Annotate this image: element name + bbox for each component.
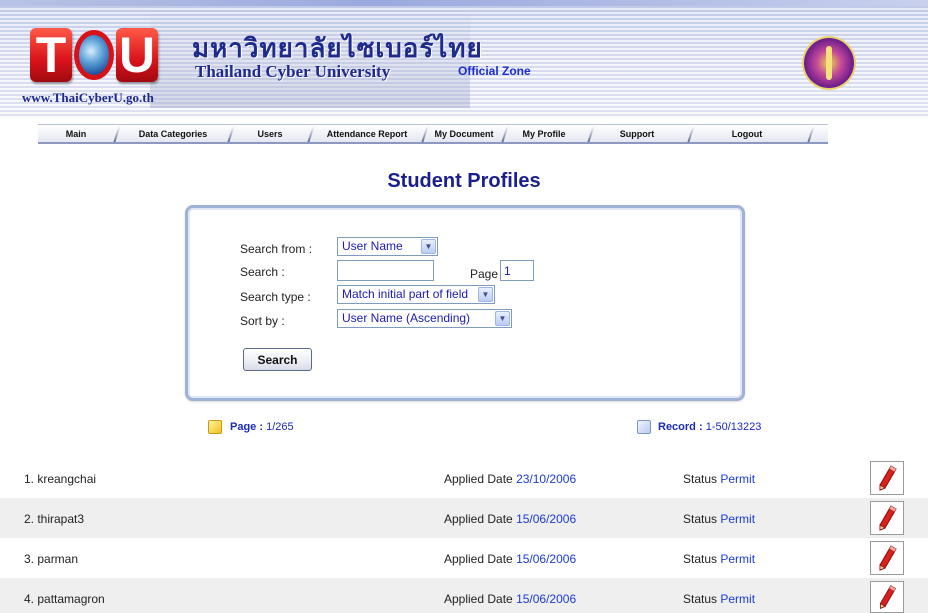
status-label: Status bbox=[683, 472, 718, 486]
applied-date-value: 15/06/2006 bbox=[516, 592, 577, 606]
site-url[interactable]: www.ThaiCyberU.go.th bbox=[22, 90, 154, 106]
pencil-icon bbox=[879, 505, 897, 531]
pencil-icon bbox=[879, 585, 897, 609]
record-info: Record : 1-50/13223 bbox=[658, 421, 761, 433]
chevron-down-icon[interactable]: ▼ bbox=[478, 287, 493, 302]
logo-letter-u: U bbox=[116, 28, 158, 82]
status: Status Permit bbox=[683, 472, 755, 486]
search-from-label: Search from : bbox=[240, 242, 313, 256]
nav-attendance-report[interactable]: Attendance Report bbox=[312, 126, 422, 142]
royal-emblem-icon bbox=[804, 38, 854, 88]
main-nav: Main Data Categories Users Attendance Re… bbox=[38, 124, 828, 144]
nav-my-document[interactable]: My Document bbox=[426, 126, 502, 142]
tcu-logo[interactable]: T U bbox=[30, 28, 160, 84]
applied-date-label: Applied Date bbox=[444, 512, 513, 526]
globe-icon bbox=[74, 30, 114, 80]
page-info: Page : 1/265 bbox=[230, 421, 294, 433]
nav-my-profile[interactable]: My Profile bbox=[506, 126, 582, 142]
status-label: Status bbox=[683, 512, 718, 526]
chevron-down-icon[interactable]: ▼ bbox=[495, 311, 510, 326]
nav-users[interactable]: Users bbox=[232, 126, 308, 142]
user-name[interactable]: 3. parman bbox=[24, 552, 78, 566]
english-university-title: Thailand Cyber University bbox=[195, 62, 391, 81]
search-from-value: User Name bbox=[342, 239, 403, 253]
search-input[interactable] bbox=[337, 260, 434, 281]
pencil-icon bbox=[879, 465, 897, 491]
search-type-select[interactable]: Match initial part of field ▼ bbox=[337, 285, 495, 304]
edit-button[interactable] bbox=[870, 541, 904, 575]
page-title: Student Profiles bbox=[387, 170, 541, 192]
applied-date-value: 15/06/2006 bbox=[516, 512, 577, 526]
list-item: 1. kreangchai Applied Date 23/10/2006 St… bbox=[0, 458, 928, 498]
applied-date: Applied Date 15/06/2006 bbox=[444, 512, 576, 526]
status: Status Permit bbox=[683, 592, 755, 606]
status-value: Permit bbox=[720, 552, 756, 566]
page-info-value: 1/265 bbox=[266, 421, 294, 433]
applied-date: Applied Date 15/06/2006 bbox=[444, 592, 576, 606]
nav-logout[interactable]: Logout bbox=[692, 126, 802, 142]
header-banner: T U www.ThaiCyberU.go.th มหาวิทยาลัยไซเบ… bbox=[0, 0, 928, 118]
applied-date-label: Applied Date bbox=[444, 592, 513, 606]
search-from-select[interactable]: User Name ▼ bbox=[337, 237, 438, 256]
sort-by-label: Sort by : bbox=[240, 314, 285, 328]
search-label: Search : bbox=[240, 265, 285, 279]
sort-by-value: User Name (Ascending) bbox=[342, 311, 471, 325]
search-button[interactable]: Search bbox=[243, 348, 312, 371]
applied-date-label: Applied Date bbox=[444, 552, 513, 566]
status-value: Permit bbox=[720, 592, 756, 606]
list-item: 2. thirapat3 Applied Date 15/06/2006 Sta… bbox=[0, 498, 928, 538]
record-info-value: 1-50/13223 bbox=[705, 421, 762, 433]
banner-topbar bbox=[0, 0, 928, 6]
nav-main[interactable]: Main bbox=[38, 126, 114, 142]
edit-button[interactable] bbox=[870, 501, 904, 535]
applied-date-value: 15/06/2006 bbox=[516, 552, 577, 566]
nav-support[interactable]: Support bbox=[592, 126, 682, 142]
status-label: Status bbox=[683, 552, 718, 566]
logo-letter-t: T bbox=[30, 28, 72, 82]
search-type-label: Search type : bbox=[240, 290, 311, 304]
edit-button[interactable] bbox=[870, 461, 904, 495]
list-item: 4. pattamagron Applied Date 15/06/2006 S… bbox=[0, 578, 928, 613]
official-zone-label: Official Zone bbox=[458, 64, 531, 78]
page-info-label: Page : bbox=[230, 421, 264, 433]
status: Status Permit bbox=[683, 512, 755, 526]
sort-by-select[interactable]: User Name (Ascending) ▼ bbox=[337, 309, 512, 328]
nav-data-categories[interactable]: Data Categories bbox=[118, 126, 228, 142]
user-name[interactable]: 1. kreangchai bbox=[24, 472, 96, 486]
pencil-icon bbox=[879, 545, 897, 571]
search-type-value: Match initial part of field bbox=[342, 287, 469, 301]
status-value: Permit bbox=[720, 512, 756, 526]
status-value: Permit bbox=[720, 472, 756, 486]
applied-date: Applied Date 15/06/2006 bbox=[444, 552, 576, 566]
user-name[interactable]: 4. pattamagron bbox=[24, 592, 105, 606]
applied-date: Applied Date 23/10/2006 bbox=[444, 472, 576, 486]
applied-date-value: 23/10/2006 bbox=[516, 472, 577, 486]
user-name[interactable]: 2. thirapat3 bbox=[24, 512, 84, 526]
list-item: 3. parman Applied Date 15/06/2006 Status… bbox=[0, 538, 928, 578]
applied-date-label: Applied Date bbox=[444, 472, 513, 486]
record-info-label: Record : bbox=[658, 421, 703, 433]
edit-button[interactable] bbox=[870, 581, 904, 613]
note-blue-icon bbox=[637, 420, 651, 434]
note-yellow-icon bbox=[208, 420, 222, 434]
status-label: Status bbox=[683, 592, 718, 606]
status: Status Permit bbox=[683, 552, 755, 566]
chevron-down-icon[interactable]: ▼ bbox=[421, 239, 436, 254]
page-input[interactable] bbox=[500, 260, 534, 281]
